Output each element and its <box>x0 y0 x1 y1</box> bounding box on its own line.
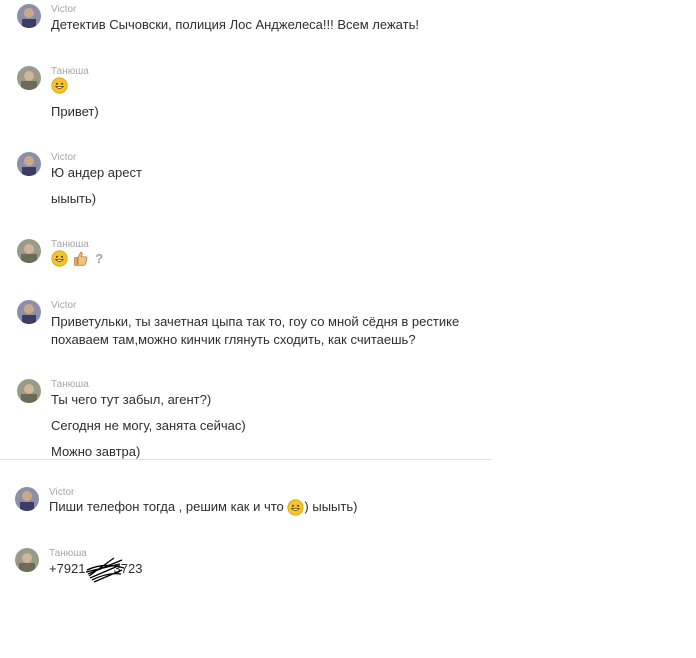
message-text: Пиши телефон тогда , решим как и что ) ы… <box>49 499 357 516</box>
author-name[interactable]: Victor <box>49 487 74 499</box>
avatar-victor[interactable] <box>17 4 41 28</box>
author-name[interactable]: Танюша <box>49 548 87 560</box>
avatar-victor[interactable] <box>17 300 41 324</box>
message-text: Можно завтра) <box>51 444 141 459</box>
avatar-tanyusha[interactable] <box>17 379 41 403</box>
smile-emoji <box>51 77 68 94</box>
message-text: Приветульки, ты зачетная цыпа так то, го… <box>51 314 460 347</box>
author-name[interactable]: Танюша <box>51 379 89 391</box>
message-text-part: Пиши телефон тогда , решим как и что <box>49 499 284 514</box>
avatar-victor[interactable] <box>17 152 41 176</box>
message-text-part: ) ыыыть) <box>304 499 358 514</box>
divider <box>0 459 491 460</box>
message-text: Привет) <box>51 104 99 119</box>
avatar-victor[interactable] <box>15 487 39 511</box>
message-text: Сегодня не могу, занята сейчас) <box>51 418 246 433</box>
message-text: ыыыть) <box>51 191 97 206</box>
question-mark: ? <box>95 250 104 266</box>
emoji-line <box>51 77 68 94</box>
avatar-tanyusha[interactable] <box>15 548 39 572</box>
author-name[interactable]: Victor <box>51 4 76 16</box>
avatar-tanyusha[interactable] <box>17 239 41 263</box>
phone-number-start: +7921 <box>49 561 86 576</box>
message-text: Ты чего тут забыл, агент?) <box>51 392 212 407</box>
emoji-line: ? <box>51 250 103 267</box>
message-text: Детектив Сычовски, полиция Лос Анджелеса… <box>51 17 419 32</box>
author-name[interactable]: Victor <box>51 300 76 312</box>
smile-emoji <box>51 250 68 267</box>
author-name[interactable]: Victor <box>51 152 76 164</box>
smile-emoji <box>287 499 304 516</box>
message-text: Ю андер арест <box>51 165 142 180</box>
redaction-scribble <box>85 557 125 583</box>
avatar-tanyusha[interactable] <box>17 66 41 90</box>
thumbs-up-emoji <box>73 252 87 266</box>
